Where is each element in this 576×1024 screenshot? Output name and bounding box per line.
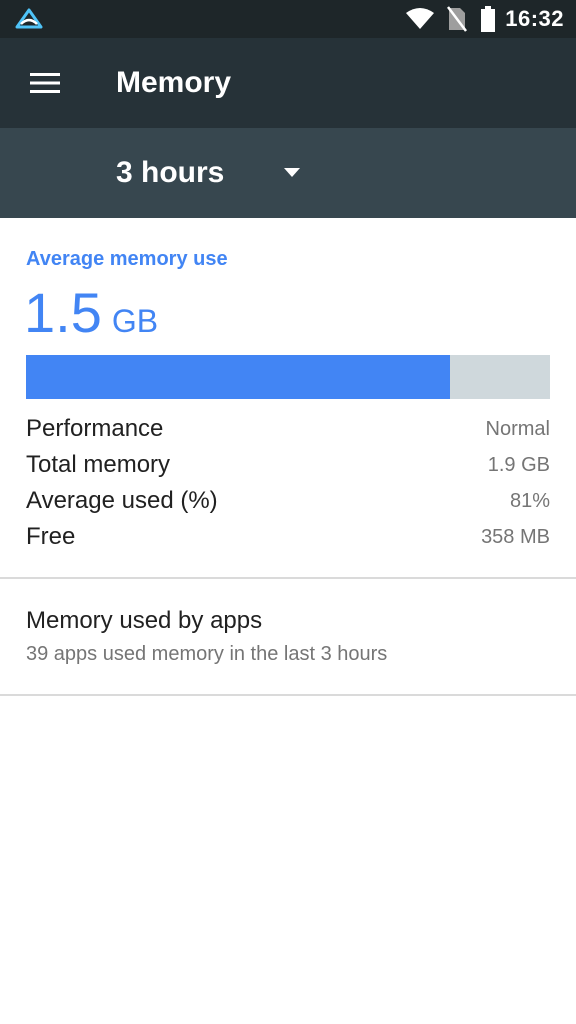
stat-value: 81% xyxy=(509,489,550,512)
app-bar: Memory xyxy=(0,38,576,128)
stat-row-total-memory: Total memory 1.9 GB xyxy=(26,447,550,483)
status-time: 16:32 xyxy=(505,6,564,31)
no-sim-icon xyxy=(447,6,468,32)
menu-icon[interactable] xyxy=(22,65,68,101)
stat-label: Free xyxy=(26,523,76,550)
status-bar: 16:32 xyxy=(0,0,576,38)
stat-value: 1.9 GB xyxy=(487,453,550,476)
page-title: Memory xyxy=(116,66,232,99)
memory-usage-bar-fill xyxy=(26,355,451,399)
wifi-icon xyxy=(406,8,435,29)
summary-heading: Average memory use xyxy=(26,248,228,270)
battery-icon xyxy=(481,6,496,32)
apps-item-title: Memory used by apps xyxy=(26,607,263,634)
stat-row-free: Free 358 MB xyxy=(26,519,550,555)
memory-usage-bar xyxy=(26,355,550,399)
period-dropdown[interactable]: 3 hours xyxy=(116,150,316,196)
period-selected-value: 3 hours xyxy=(116,156,225,189)
stat-value: 358 MB xyxy=(481,525,550,548)
stat-row-average-used: Average used (%) 81% xyxy=(26,483,550,519)
stat-label: Total memory xyxy=(26,451,171,478)
apps-item-subtitle: 39 apps used memory in the last 3 hours xyxy=(26,643,388,665)
average-memory-value: 1.5 GB xyxy=(24,280,158,345)
divider xyxy=(0,694,576,696)
stat-value: Normal xyxy=(485,417,550,440)
average-memory-number: 1.5 xyxy=(24,281,102,344)
app-notification-icon xyxy=(15,8,43,29)
stat-label: Average used (%) xyxy=(26,487,218,514)
average-memory-unit: GB xyxy=(111,303,159,339)
arrow-drop-down-icon xyxy=(284,168,300,177)
stat-row-performance: Performance Normal xyxy=(26,411,550,447)
hamburger-glyph xyxy=(30,73,60,93)
stat-label: Performance xyxy=(26,415,164,442)
filter-bar: 3 hours xyxy=(0,128,576,218)
memory-used-by-apps-item[interactable]: Memory used by apps 39 apps used memory … xyxy=(0,579,576,695)
